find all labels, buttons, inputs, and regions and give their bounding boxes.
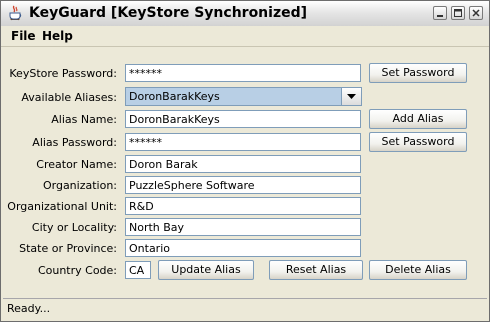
creator-name-field[interactable] [125,155,361,173]
close-button[interactable] [469,6,483,20]
alias-password-field[interactable] [125,133,361,151]
city-label: City or Locality: [31,221,117,234]
update-alias-button[interactable]: Update Alias [158,260,254,280]
state-field[interactable] [125,239,361,257]
chevron-down-icon[interactable] [341,88,361,105]
java-coffee-icon [6,4,24,22]
keystore-password-label: KeyStore Password: [9,67,117,80]
keystore-password-field[interactable] [125,64,361,82]
set-keystore-password-button[interactable]: Set Password [369,63,467,83]
delete-alias-button[interactable]: Delete Alias [369,260,467,280]
alias-password-label: Alias Password: [32,136,117,149]
creator-name-label: Creator Name: [36,158,117,171]
reset-alias-button[interactable]: Reset Alias [269,260,363,280]
title-bar[interactable]: KeyGuard [KeyStore Synchronized] [1,1,489,27]
set-alias-password-button[interactable]: Set Password [369,132,467,152]
minimize-button[interactable] [433,6,447,20]
status-bar: Ready... [3,298,487,318]
city-field[interactable] [125,218,361,236]
window-title: KeyGuard [KeyStore Synchronized] [29,5,308,21]
organizational-unit-label: Organizational Unit: [7,200,117,213]
add-alias-button[interactable]: Add Alias [369,109,467,129]
menu-bar: File Help [1,26,489,47]
alias-name-field[interactable] [125,110,361,128]
maximize-button[interactable] [451,6,465,20]
state-label: State or Province: [19,242,117,255]
menu-file[interactable]: File [9,28,38,44]
organization-field[interactable] [125,176,361,194]
available-aliases-dropdown[interactable]: DoronBarakKeys [125,87,362,106]
organizational-unit-field[interactable] [125,197,361,215]
country-code-field[interactable] [125,261,151,279]
organization-label: Organization: [42,179,117,192]
available-aliases-label: Available Aliases: [21,91,117,104]
keyguard-window: KeyGuard [KeyStore Synchronized] File He… [0,0,490,322]
alias-name-label: Alias Name: [51,113,117,126]
menu-help[interactable]: Help [40,28,75,44]
available-aliases-selected: DoronBarakKeys [129,90,220,103]
country-code-label: Country Code: [37,264,117,277]
